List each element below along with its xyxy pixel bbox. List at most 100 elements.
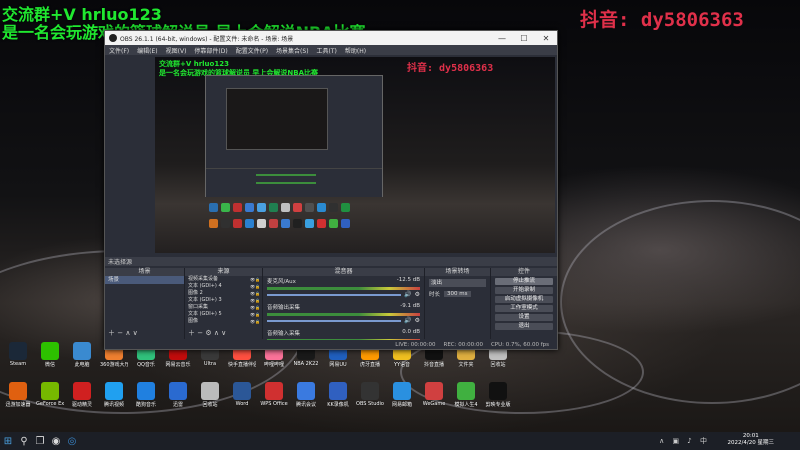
menu-tools[interactable]: 工具(T) [313,46,341,55]
menu-edit[interactable]: 编辑(E) [133,46,161,55]
visibility-lock-icon[interactable]: 👁🔒 [250,283,262,290]
maximize-button[interactable]: ☐ [513,34,535,43]
visibility-lock-icon[interactable]: 👁🔒 [250,297,262,304]
close-button[interactable]: ✕ [535,34,557,43]
desktop-icon[interactable]: 迅雷 [164,382,192,408]
desktop-icon[interactable]: OBS Studio [356,382,384,407]
desktop-icon[interactable]: 剪映专业版 [484,382,512,408]
desktop-icon[interactable]: KK录像机 [324,382,352,408]
studio-mode-button[interactable]: 工作室模式 [495,305,553,312]
volume-slider[interactable] [267,319,402,322]
source-item[interactable]: 文本 (GDI+) 3 👁🔒 [185,297,262,304]
preview-icon-row-2 [209,219,350,228]
clock-date: 2022/4/20 星期三 [727,440,774,446]
task-view-icon[interactable]: ❐ [32,432,48,450]
menu-view[interactable]: 视图(V) [162,46,191,55]
menu-help[interactable]: 帮助(H) [341,46,370,55]
source-add-remove-icons[interactable]: ＋ − ⚙ ∧ ∨ [188,328,226,338]
menu-docks[interactable]: 停靠部件(D) [190,46,231,55]
desktop-icon-label: 虎牙直播 [359,362,380,368]
scenes-header: 场景 [105,268,184,276]
gear-icon[interactable]: ⚙ [415,317,420,324]
exit-button[interactable]: 退出 [495,323,553,330]
visibility-lock-icon[interactable]: 👁🔒 [250,276,262,283]
desktop-icon-label: 迅雷 [172,402,183,408]
desktop-icon-label: Word [235,401,249,407]
nested-obs-preview [205,75,383,197]
app-icon [9,382,27,400]
desktop-icon[interactable]: 迅游加速器 [4,382,32,408]
mixer-header: 混音器 [263,268,424,276]
taskbar-clock[interactable]: 20:01 2022/4/20 星期三 [728,433,774,447]
volume-slider[interactable] [267,293,402,296]
obs-taskbar-icon[interactable]: ◉ [48,432,64,450]
obs-window[interactable]: OBS 26.1.1 (64-bit, windows) - 配置文件: 未命名… [104,30,558,350]
app-icon [265,382,283,400]
search-icon[interactable]: ⚲ [16,432,32,450]
desktop-icon-label: 酷狗音乐 [135,402,156,408]
menu-file[interactable]: 文件(F) [105,46,133,55]
desktop-icon[interactable]: WeGame [420,382,448,407]
visibility-lock-icon[interactable]: 👁🔒 [250,290,262,297]
menu-profile[interactable]: 配置文件(P) [232,46,272,55]
desktop-icon[interactable]: 模拟人生4 [452,382,480,408]
desktop-icon[interactable]: GeForce Experience [36,382,64,407]
app-icon [169,382,187,400]
desktop-icon-label: 回收站 [490,362,506,368]
menu-scene-collection[interactable]: 场景集合(S) [272,46,313,55]
visibility-lock-icon[interactable]: 👁🔒 [250,304,262,311]
duration-input[interactable]: 300 ms [444,291,471,297]
start-virtual-camera-button[interactable]: 启动虚拟摄像机 [495,296,553,303]
mixer-channel: 麦克风/Aux -12.5 dB 🔊 ⚙ [263,276,424,298]
desktop-icon[interactable]: 腾讯会议 [292,382,320,408]
desktop-icon-label: 模拟人生4 [454,402,478,408]
source-item[interactable]: 图像 👁🔒 [185,318,262,325]
source-item[interactable]: 文本 (GDI+) 4 👁🔒 [185,283,262,290]
mixer-channel-db: 0.0 dB [402,329,420,335]
minimize-button[interactable]: — [491,34,513,43]
transition-select[interactable]: 淡出 [429,279,486,287]
stop-streaming-button[interactable]: 停止推流 [495,278,553,285]
source-item[interactable]: 图像 2 👁🔒 [185,290,262,297]
visibility-lock-icon[interactable]: 👁🔒 [250,311,262,318]
scene-add-remove-icons[interactable]: ＋ − ∧ ∨ [108,328,138,338]
source-item[interactable]: 文本 (GDI+) 5 👁🔒 [185,311,262,318]
scene-item[interactable]: 场景 [105,276,184,284]
gear-icon[interactable]: ⚙ [415,291,420,298]
desktop-icon[interactable]: 此电脑 [68,342,96,368]
desktop-icon[interactable]: 驱动精灵 [68,382,96,408]
desktop-icon-label: 网易云音乐 [165,362,191,368]
source-item[interactable]: 窗口采集 👁🔒 [185,304,262,311]
obs-titlebar[interactable]: OBS 26.1.1 (64-bit, windows) - 配置文件: 未命名… [105,31,557,45]
visibility-lock-icon[interactable]: 👁🔒 [250,318,262,325]
speaker-icon[interactable]: 🔊 [404,291,411,298]
desktop-icon-label: Steam [9,361,27,367]
desktop-icon[interactable]: 酷狗音乐 [132,382,160,408]
speaker-icon[interactable]: 🔊 [404,317,411,324]
system-tray-icons[interactable]: ∧ ▣ ♪ 中 [659,436,710,446]
start-recording-button[interactable]: 开始录制 [495,287,553,294]
clock-time: 20:01 [742,433,759,439]
start-icon[interactable]: ⊞ [0,432,16,450]
settings-button[interactable]: 设置 [495,314,553,321]
desktop-icon[interactable]: Word [228,382,256,407]
app-icon [329,382,347,400]
desktop-icon-label: WPS Office [260,401,288,407]
desktop-icon[interactable]: 回收站 [196,382,224,408]
app-icon [233,382,251,400]
desktop-icon[interactable]: 腾讯视频 [100,382,128,408]
controls-header: 控件 [491,268,557,276]
browser-taskbar-icon[interactable]: ◎ [64,432,80,450]
app-icon [361,382,379,400]
source-item[interactable]: 视频采集设备 👁🔒 [185,276,262,283]
app-icon [393,382,411,400]
obs-statusbar: LIVE: 00:00:00 REC: 00:00:00 CPU: 0.7%, … [105,340,557,349]
desktop-icon[interactable]: 微信 [36,342,64,368]
obs-preview[interactable]: 交流群+V hrluo123 是一名会玩游戏的篮球解说员 早上会解说NBA比赛 … [155,57,555,253]
taskbar: ⊞ ⚲ ❐ ◉ ◎ ∧ ▣ ♪ 中 20:01 2022/4/20 星期三 [0,432,800,450]
desktop-icon[interactable]: WPS Office [260,382,288,407]
source-label: 图像 2 [188,290,203,296]
desktop-icon[interactable]: Steam [4,342,32,367]
desktop-icon[interactable]: 网易邮箱 [388,382,416,408]
preview-icon-row [209,203,350,212]
